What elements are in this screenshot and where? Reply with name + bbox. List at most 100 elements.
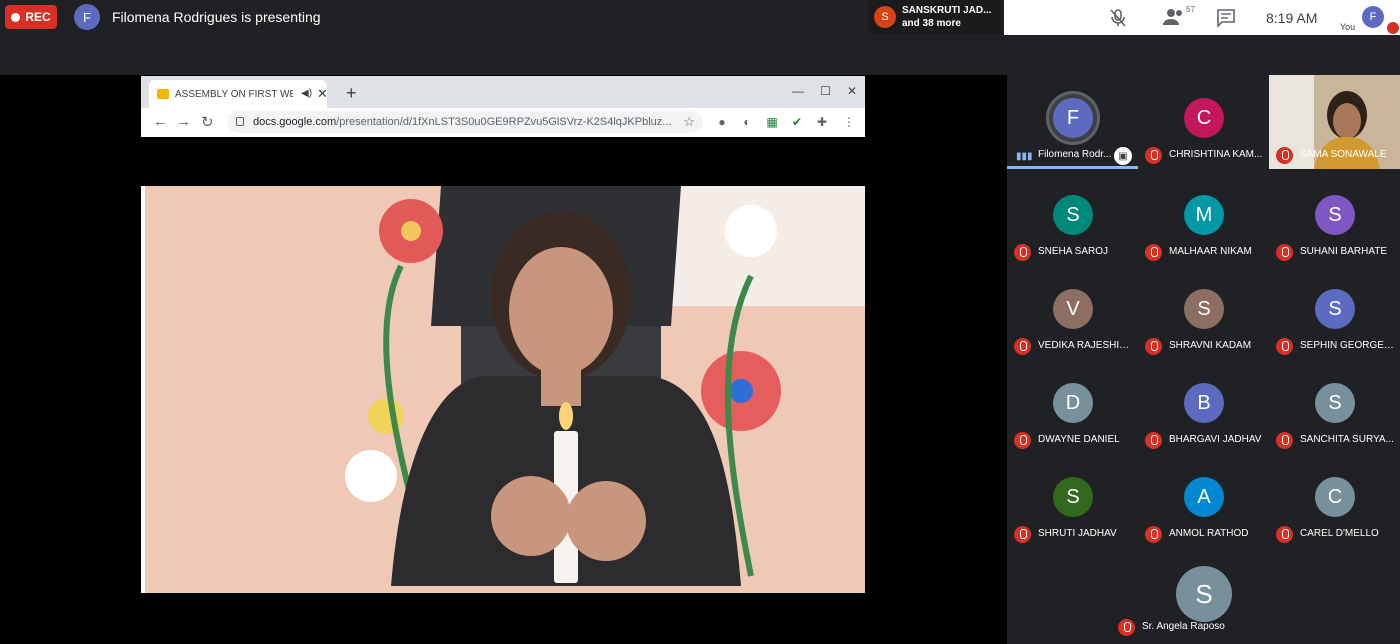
participant-avatar: C xyxy=(1315,477,1355,517)
participant-tile[interactable]: S SEPHIN GEORGE S... xyxy=(1269,266,1400,360)
participant-tile[interactable]: D DWAYNE DANIEL xyxy=(1007,360,1138,454)
recording-badge: REC xyxy=(5,5,57,29)
self-avatar[interactable]: F xyxy=(1362,6,1384,28)
participant-avatar: M xyxy=(1184,195,1224,235)
participant-tile[interactable]: S SHRUTI JADHAV xyxy=(1007,454,1138,548)
speaking-indicator-icon: ▮▮▮ xyxy=(1016,151,1033,162)
muted-mic-icon xyxy=(1145,147,1162,164)
clock: 8:19 AM xyxy=(1266,10,1318,26)
bookmark-star-icon[interactable]: ☆ xyxy=(683,114,695,130)
more-menu-icon[interactable]: ⋮ xyxy=(842,115,856,129)
presenting-status: Filomena Rodrigues is presenting xyxy=(112,9,321,25)
participant-avatar: S xyxy=(1315,195,1355,235)
participant-name: SAMA SONAWALE xyxy=(1300,149,1387,160)
participant-name: SUHANI BARHATE xyxy=(1300,246,1388,257)
reload-icon[interactable]: ↻ xyxy=(201,113,214,131)
mic-off-icon[interactable] xyxy=(1108,8,1128,28)
participant-name: CAREL D'MELLO xyxy=(1300,528,1379,539)
extension-icon[interactable]: ● xyxy=(715,115,729,129)
speaker-audio-icon[interactable]: ◀) xyxy=(301,88,312,99)
muted-mic-icon xyxy=(1118,619,1135,636)
check-extension-icon[interactable]: ✔ xyxy=(790,115,804,129)
browser-toolbar: ← → ↻ docs.google.com/presentation/d/1fX… xyxy=(141,108,865,137)
participant-avatar: S xyxy=(1184,289,1224,329)
new-tab-icon[interactable]: + xyxy=(346,83,357,104)
participant-name: SANCHITA SURYA... xyxy=(1300,434,1394,445)
participant-tile[interactable]: C CHRISHTINA KAM... xyxy=(1138,75,1269,169)
participant-avatar: S xyxy=(1053,195,1093,235)
minimize-icon[interactable]: — xyxy=(792,84,804,98)
meeting-controls: 57 8:19 AM You F xyxy=(1004,0,1400,35)
muted-mic-icon xyxy=(1014,338,1031,355)
participant-tile[interactable]: F ▮▮▮ Filomena Rodr... ▣ xyxy=(1007,75,1138,169)
slides-icon xyxy=(157,89,169,99)
participant-name: MALHAAR NIKAM xyxy=(1169,246,1252,257)
extension-icon[interactable]: ◐ xyxy=(740,115,754,129)
browser-tab[interactable]: ASSEMBLY ON FIRST WEEK ◀) ✕ xyxy=(149,80,328,108)
participant-name: DWAYNE DANIEL xyxy=(1038,434,1120,445)
participant-tile[interactable]: M MALHAAR NIKAM xyxy=(1138,172,1269,266)
muted-mic-icon xyxy=(1145,244,1162,261)
participant-tile[interactable]: V VEDIKA RAJESHIR... xyxy=(1007,266,1138,360)
participant-video-tile[interactable]: SAMA SONAWALE xyxy=(1269,75,1400,169)
muted-mic-icon xyxy=(1276,147,1293,164)
muted-mic-icon xyxy=(1276,432,1293,449)
close-window-icon[interactable]: ✕ xyxy=(847,84,857,98)
maximize-icon[interactable]: ☐ xyxy=(820,84,831,98)
participant-name: SEPHIN GEORGE S... xyxy=(1300,340,1395,351)
participant-name: Sr. Angela Raposo xyxy=(1142,621,1225,632)
muted-mic-icon xyxy=(1145,526,1162,543)
record-dot-icon xyxy=(11,12,21,22)
people-icon[interactable] xyxy=(1162,7,1186,27)
muted-mic-icon xyxy=(1276,338,1293,355)
participant-name: SNEHA SAROJ xyxy=(1038,246,1109,257)
participant-avatar: S xyxy=(1315,383,1355,423)
participant-avatar: S xyxy=(1053,477,1093,517)
participant-avatar: B xyxy=(1184,383,1224,423)
participant-tile[interactable]: B BHARGAVI JADHAV xyxy=(1138,360,1269,454)
self-mic-off-icon xyxy=(1387,22,1399,34)
url-path: /presentation/d/1fXnLST3S0u0GE9RPZvu5GlS… xyxy=(336,116,672,128)
muted-mic-icon xyxy=(1014,244,1031,261)
participant-tile[interactable]: S SHRAVNI KADAM xyxy=(1138,266,1269,360)
presenting-icon: ▣ xyxy=(1114,147,1132,165)
address-bar[interactable]: docs.google.com/presentation/d/1fXnLST3S… xyxy=(227,111,703,133)
participant-avatar: V xyxy=(1053,289,1093,329)
sheets-extension-icon[interactable]: ▦ xyxy=(765,115,779,129)
presenter-avatar: F xyxy=(74,4,100,30)
lock-icon xyxy=(236,117,244,126)
participant-name: ANMOL RATHOD xyxy=(1169,528,1249,539)
participant-tile[interactable]: S Sr. Angela Raposo xyxy=(1111,548,1297,642)
muted-mic-icon xyxy=(1014,526,1031,543)
participant-name: SHRUTI JADHAV xyxy=(1038,528,1117,539)
participant-avatar: S xyxy=(1315,289,1355,329)
active-speaker-chip[interactable]: S SANSKRUTI JAD... and 38 more xyxy=(868,0,1003,34)
close-tab-icon[interactable]: ✕ xyxy=(317,86,328,102)
participant-tile[interactable]: S SANCHITA SURYA... xyxy=(1269,360,1400,454)
participant-tile[interactable]: S SUHANI BARHATE xyxy=(1269,172,1400,266)
participant-name: SHRAVNI KADAM xyxy=(1169,340,1252,351)
url-host: docs.google.com xyxy=(253,116,337,128)
participant-tile[interactable]: S SNEHA SAROJ xyxy=(1007,172,1138,266)
participant-avatar: A xyxy=(1184,477,1224,517)
people-count: 57 xyxy=(1186,5,1195,14)
back-icon[interactable]: ← xyxy=(153,113,168,130)
speaker-avatar: S xyxy=(874,6,896,28)
window-controls: — ☐ ✕ xyxy=(792,84,857,98)
participant-tile[interactable]: C CAREL D'MELLO xyxy=(1269,454,1400,548)
speaker-name: SANSKRUTI JAD... xyxy=(902,5,992,16)
tab-title: ASSEMBLY ON FIRST WEEK xyxy=(175,89,293,100)
speaker-more: and 38 more xyxy=(902,18,961,29)
participant-avatar: C xyxy=(1184,98,1224,138)
participant-name: CHRISHTINA KAM... xyxy=(1169,149,1263,160)
puzzle-extensions-icon[interactable]: ✚ xyxy=(815,115,829,129)
participant-avatar: S xyxy=(1176,566,1232,622)
participant-tile[interactable]: A ANMOL RATHOD xyxy=(1138,454,1269,548)
forward-icon[interactable]: → xyxy=(176,113,191,130)
chat-icon[interactable] xyxy=(1216,8,1236,28)
muted-mic-icon xyxy=(1145,432,1162,449)
participant-name: VEDIKA RAJESHIR... xyxy=(1038,340,1133,351)
muted-mic-icon xyxy=(1145,338,1162,355)
shared-browser-window: ASSEMBLY ON FIRST WEEK ◀) ✕ + — ☐ ✕ ← → … xyxy=(141,76,865,137)
muted-mic-icon xyxy=(1276,244,1293,261)
